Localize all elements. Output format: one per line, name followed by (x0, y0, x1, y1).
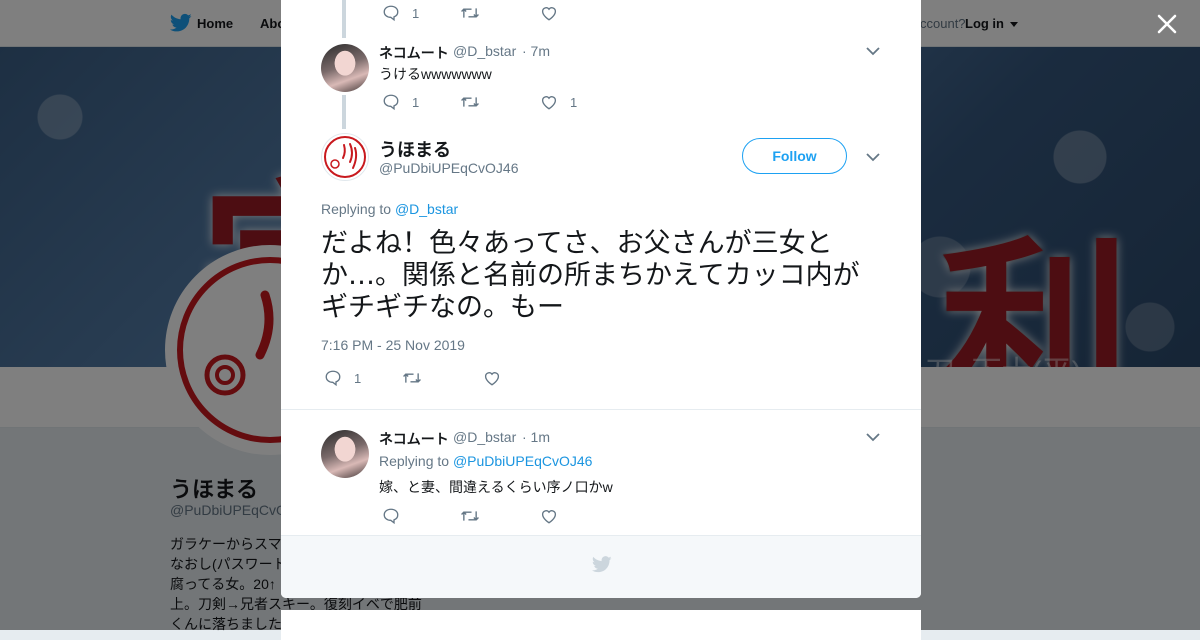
chevron-down-icon[interactable] (866, 432, 880, 442)
close-icon[interactable] (1155, 12, 1179, 36)
thread-connector (342, 95, 346, 129)
tweet-author-name[interactable]: ネコムート (379, 43, 449, 63)
retweet-icon[interactable] (402, 369, 422, 387)
tweet-timestamp[interactable]: 7:16 PM - 25 Nov 2019 (321, 337, 465, 353)
like-count: 1 (570, 94, 578, 110)
replying-to-label: Replying to (379, 453, 453, 469)
follow-button[interactable]: Follow (742, 138, 847, 174)
reply-count: 1 (354, 370, 362, 386)
retweet-icon[interactable] (460, 507, 480, 525)
like-icon (541, 96, 557, 110)
like-action[interactable]: 1 (540, 93, 577, 111)
replying-to: Replying to @PuDbiUPEqCvOJ46 (379, 453, 592, 469)
tweet-permalink-modal: 1 ネコムート @D_bstar · 7m うけるwwwwwww 1 1 うほま… (281, 0, 921, 598)
tweet-text: 嫁、と妻、間違えるくらい序ノ口かw (379, 479, 613, 495)
avatar[interactable] (321, 430, 369, 478)
divider (281, 409, 921, 410)
tweet-time[interactable]: · 1m (522, 429, 550, 445)
tweet-author-handle[interactable]: @PuDbiUPEqCvOJ46 (379, 160, 519, 176)
twitter-bird-icon (592, 556, 612, 573)
retweet-icon[interactable] (460, 4, 480, 22)
retweet-icon[interactable] (460, 93, 480, 111)
tweet-author-handle[interactable]: @D_bstar (453, 43, 516, 59)
modal-footer (281, 535, 921, 598)
replying-to-link[interactable]: @D_bstar (395, 201, 458, 217)
reply-count: 1 (412, 5, 420, 21)
like-icon[interactable] (483, 369, 501, 387)
reply-action[interactable]: 1 (382, 4, 419, 22)
replying-to-link[interactable]: @PuDbiUPEqCvOJ46 (453, 453, 593, 469)
tweet-text: だよね！色々あってさ、お父さんが三女とか…。関係と名前の所まちかえてカッコ内がギ… (321, 228, 860, 323)
seal-stamp-icon (324, 136, 366, 178)
avatar[interactable] (321, 133, 369, 181)
chevron-down-icon[interactable] (866, 46, 880, 56)
next-tweet-card (281, 610, 921, 640)
tweet-author-name[interactable]: ネコムート (379, 429, 449, 449)
tweet-text: うけるwwwwwww (379, 66, 492, 82)
reply-icon[interactable] (382, 507, 400, 525)
replying-to: Replying to @D_bstar (321, 201, 458, 217)
tweet-time[interactable]: · 7m (522, 43, 550, 59)
reply-action[interactable]: 1 (324, 369, 361, 387)
like-icon[interactable] (540, 4, 558, 22)
reply-icon (383, 5, 399, 22)
tweet-author-handle[interactable]: @D_bstar (453, 429, 516, 445)
like-icon[interactable] (540, 507, 558, 525)
reply-icon (383, 94, 399, 111)
replying-to-label: Replying to (321, 201, 395, 217)
reply-icon (325, 370, 341, 387)
thread-connector (342, 0, 346, 38)
reply-count: 1 (412, 94, 420, 110)
chevron-down-icon[interactable] (866, 152, 880, 162)
reply-action[interactable]: 1 (382, 93, 419, 111)
avatar[interactable] (321, 44, 369, 92)
tweet-author-name[interactable]: うほまる (379, 136, 451, 162)
